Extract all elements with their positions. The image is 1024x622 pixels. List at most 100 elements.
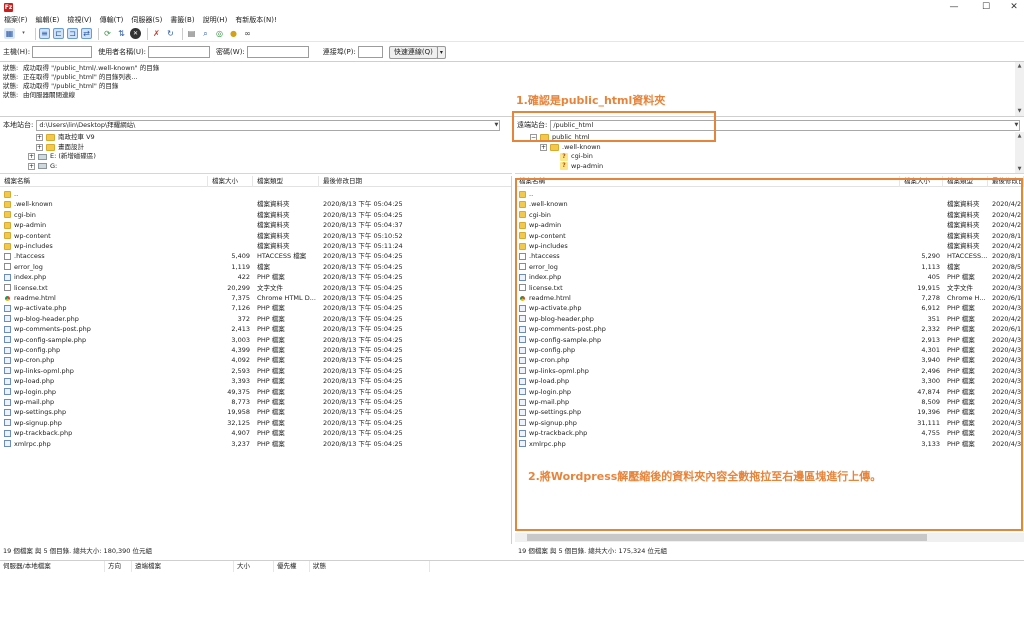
- chevron-down-icon[interactable]: ▾: [18, 28, 29, 39]
- sync-browse-icon[interactable]: ◎: [214, 28, 225, 39]
- close-button[interactable]: ✕: [1000, 0, 1024, 14]
- minimize-button[interactable]: —: [940, 0, 968, 14]
- column-header[interactable]: 檔案類型: [253, 176, 319, 187]
- local-path-input[interactable]: d:\Users\lin\Desktop\拜耀網站\ ▼: [36, 119, 501, 131]
- menu-item[interactable]: 有新版本(N)!: [235, 15, 277, 25]
- scrollbar-thumb[interactable]: [527, 534, 927, 541]
- file-row[interactable]: xmlrpc.php 3,237 PHP 檔案 2020/8/13 下午 05:04:…: [0, 439, 511, 449]
- chevron-down-icon[interactable]: ▼: [495, 121, 499, 130]
- expand-icon[interactable]: +: [28, 162, 35, 170]
- menu-item[interactable]: 伺服器(S): [131, 15, 162, 25]
- queue-column-header[interactable]: 大小: [234, 561, 274, 572]
- tree-node[interactable]: + .well-known: [540, 143, 601, 152]
- file-row[interactable]: wp-load.php 3,393 PHP 檔案 2020/8/13 下午 05:04…: [0, 376, 511, 386]
- expand-icon[interactable]: +: [36, 143, 43, 151]
- column-header[interactable]: 檔案名稱: [0, 176, 208, 187]
- toggle-queue-icon[interactable]: ⇄: [81, 28, 92, 39]
- file-row[interactable]: ..: [0, 189, 511, 199]
- file-row[interactable]: wp-signup.php 32,125 PHP 檔案 2020/8/13 下午 05…: [0, 418, 511, 428]
- menu-item[interactable]: 傳輸(T): [100, 15, 124, 25]
- reconnect-icon[interactable]: ↻: [165, 28, 176, 39]
- scroll-down-icon[interactable]: ▼: [1015, 107, 1024, 116]
- file-row[interactable]: .well-known 檔案資料夾 2020/8/13 下午 05:04:25: [0, 199, 511, 209]
- queue-column-header[interactable]: 狀態: [310, 561, 430, 572]
- queue-column-header[interactable]: 伺服器/本地檔案: [0, 561, 105, 572]
- site-manager-icon[interactable]: ▦: [4, 28, 15, 39]
- menu-item[interactable]: 書籤(B): [170, 15, 194, 25]
- queue-column-header[interactable]: 方向: [105, 561, 132, 572]
- file-row[interactable]: wp-content 檔案資料夾 2020/8/13 下午 05:10:52: [0, 231, 511, 241]
- log-scrollbar[interactable]: ▲ ▼: [1015, 62, 1024, 116]
- file-row[interactable]: wp-mail.php 8,773 PHP 檔案 2020/8/13 下午 05:04…: [0, 397, 511, 407]
- file-row[interactable]: wp-activate.php 7,126 PHP 檔案 2020/8/13 下午 0…: [0, 303, 511, 313]
- file-icon: [4, 284, 11, 292]
- toggle-log-icon[interactable]: ≡: [39, 28, 50, 39]
- menu-item[interactable]: 說明(H): [203, 15, 228, 25]
- file-row[interactable]: index.php 422 PHP 檔案 2020/8/13 下午 05:04:25: [0, 272, 511, 282]
- file-row[interactable]: error_log 1,119 檔案 2020/8/13 下午 05:04:25: [0, 262, 511, 272]
- expand-icon[interactable]: +: [540, 143, 547, 151]
- tree-node[interactable]: ? cgi-bin: [550, 152, 593, 161]
- search-icon[interactable]: ⌕: [200, 28, 211, 39]
- file-row[interactable]: wp-config.php 4,399 PHP 檔案 2020/8/13 下午 05:…: [0, 345, 511, 355]
- file-row[interactable]: cgi-bin 檔案資料夾 2020/8/13 下午 05:04:25: [0, 210, 511, 220]
- file-row[interactable]: wp-links-opml.php 2,593 PHP 檔案 2020/8/13 下午…: [0, 366, 511, 376]
- tree-node[interactable]: + E: (新增磁碟區): [28, 152, 96, 161]
- file-size: [208, 210, 250, 220]
- file-row[interactable]: wp-admin 檔案資料夾 2020/8/13 下午 05:04:37: [0, 220, 511, 230]
- file-row[interactable]: wp-cron.php 4,092 PHP 檔案 2020/8/13 下午 05:04…: [0, 355, 511, 365]
- file-date: 2020/8/13 下午 05:04:25: [323, 398, 403, 406]
- disconnect-icon[interactable]: ✗: [151, 28, 162, 39]
- file-row[interactable]: wp-login.php 49,375 PHP 檔案 2020/8/13 下午 05:…: [0, 387, 511, 397]
- password-input[interactable]: [246, 46, 309, 58]
- file-name: ..: [14, 190, 19, 198]
- file-size: 4,907: [231, 429, 250, 438]
- refresh-icon[interactable]: ⟳: [102, 28, 113, 39]
- file-row[interactable]: wp-comments-post.php 2,413 PHP 檔案 2020/8/13…: [0, 324, 511, 334]
- menu-item[interactable]: 檢視(V): [67, 15, 91, 25]
- php-file-icon: [4, 356, 11, 364]
- tree-node[interactable]: ? wp-admin: [550, 162, 603, 171]
- maximize-button[interactable]: ☐: [972, 0, 1000, 14]
- binoculars-icon[interactable]: ∞: [242, 28, 253, 39]
- file-size: [208, 231, 250, 241]
- column-header[interactable]: 檔案大小: [208, 176, 253, 187]
- process-queue-icon[interactable]: ⇅: [116, 28, 127, 39]
- username-input[interactable]: [148, 46, 211, 58]
- chevron-down-icon[interactable]: ▼: [1015, 121, 1019, 130]
- quickconnect-button[interactable]: 快速連線(Q): [388, 45, 438, 59]
- tree-node[interactable]: + 南政控車 V9: [36, 133, 95, 142]
- file-row[interactable]: license.txt 20,299 文字文件 2020/8/13 下午 05:04:…: [0, 283, 511, 293]
- tree-node[interactable]: + G:: [28, 162, 57, 171]
- compare-icon[interactable]: ●: [228, 28, 239, 39]
- expand-icon[interactable]: +: [28, 153, 35, 160]
- quickconnect-dropdown[interactable]: ▾: [436, 45, 446, 59]
- expand-icon[interactable]: +: [36, 134, 43, 141]
- remote-tree-scrollbar[interactable]: ▲ ▼: [1015, 132, 1024, 173]
- scroll-up-icon[interactable]: ▲: [1015, 62, 1024, 71]
- menu-item[interactable]: 編輯(E): [36, 15, 60, 25]
- file-row[interactable]: wp-blog-header.php 372 PHP 檔案 2020/8/13 下午 …: [0, 314, 511, 324]
- file-row[interactable]: readme.html 7,375 Chrome HTML D... 2020/8/1…: [0, 293, 511, 303]
- port-input[interactable]: [357, 46, 383, 58]
- filter-icon[interactable]: ▤: [186, 28, 197, 39]
- file-date: [323, 189, 511, 199]
- host-input[interactable]: [32, 46, 93, 58]
- file-row[interactable]: wp-settings.php 19,958 PHP 檔案 2020/8/13 下午 …: [0, 407, 511, 417]
- horizontal-scrollbar[interactable]: [515, 533, 1024, 542]
- queue-column-header[interactable]: 遠端檔案: [132, 561, 234, 572]
- toggle-remote-tree-icon[interactable]: ⊐: [67, 28, 78, 39]
- toggle-local-tree-icon[interactable]: ⊏: [53, 28, 64, 39]
- cancel-icon[interactable]: ✕: [130, 28, 141, 39]
- file-row[interactable]: .htaccess 5,409 HTACCESS 檔案 2020/8/13 下午 05…: [0, 251, 511, 261]
- scroll-up-icon[interactable]: ▲: [1015, 132, 1024, 141]
- queue-column-header[interactable]: 優先權: [274, 561, 310, 572]
- menu-item[interactable]: 檔案(F): [4, 15, 28, 25]
- file-row[interactable]: wp-trackback.php 4,907 PHP 檔案 2020/8/13 下午 …: [0, 428, 511, 438]
- scroll-down-icon[interactable]: ▼: [1015, 165, 1024, 173]
- file-date: 2020/8/13 下午 05:04:25: [323, 346, 403, 354]
- file-row[interactable]: wp-config-sample.php 3,003 PHP 檔案 2020/8/13…: [0, 335, 511, 345]
- file-row[interactable]: wp-includes 檔案資料夾 2020/8/13 下午 05:11:24: [0, 241, 511, 251]
- tree-node[interactable]: + 畫面設計: [36, 143, 84, 152]
- column-header[interactable]: 最後修改日期: [319, 176, 511, 187]
